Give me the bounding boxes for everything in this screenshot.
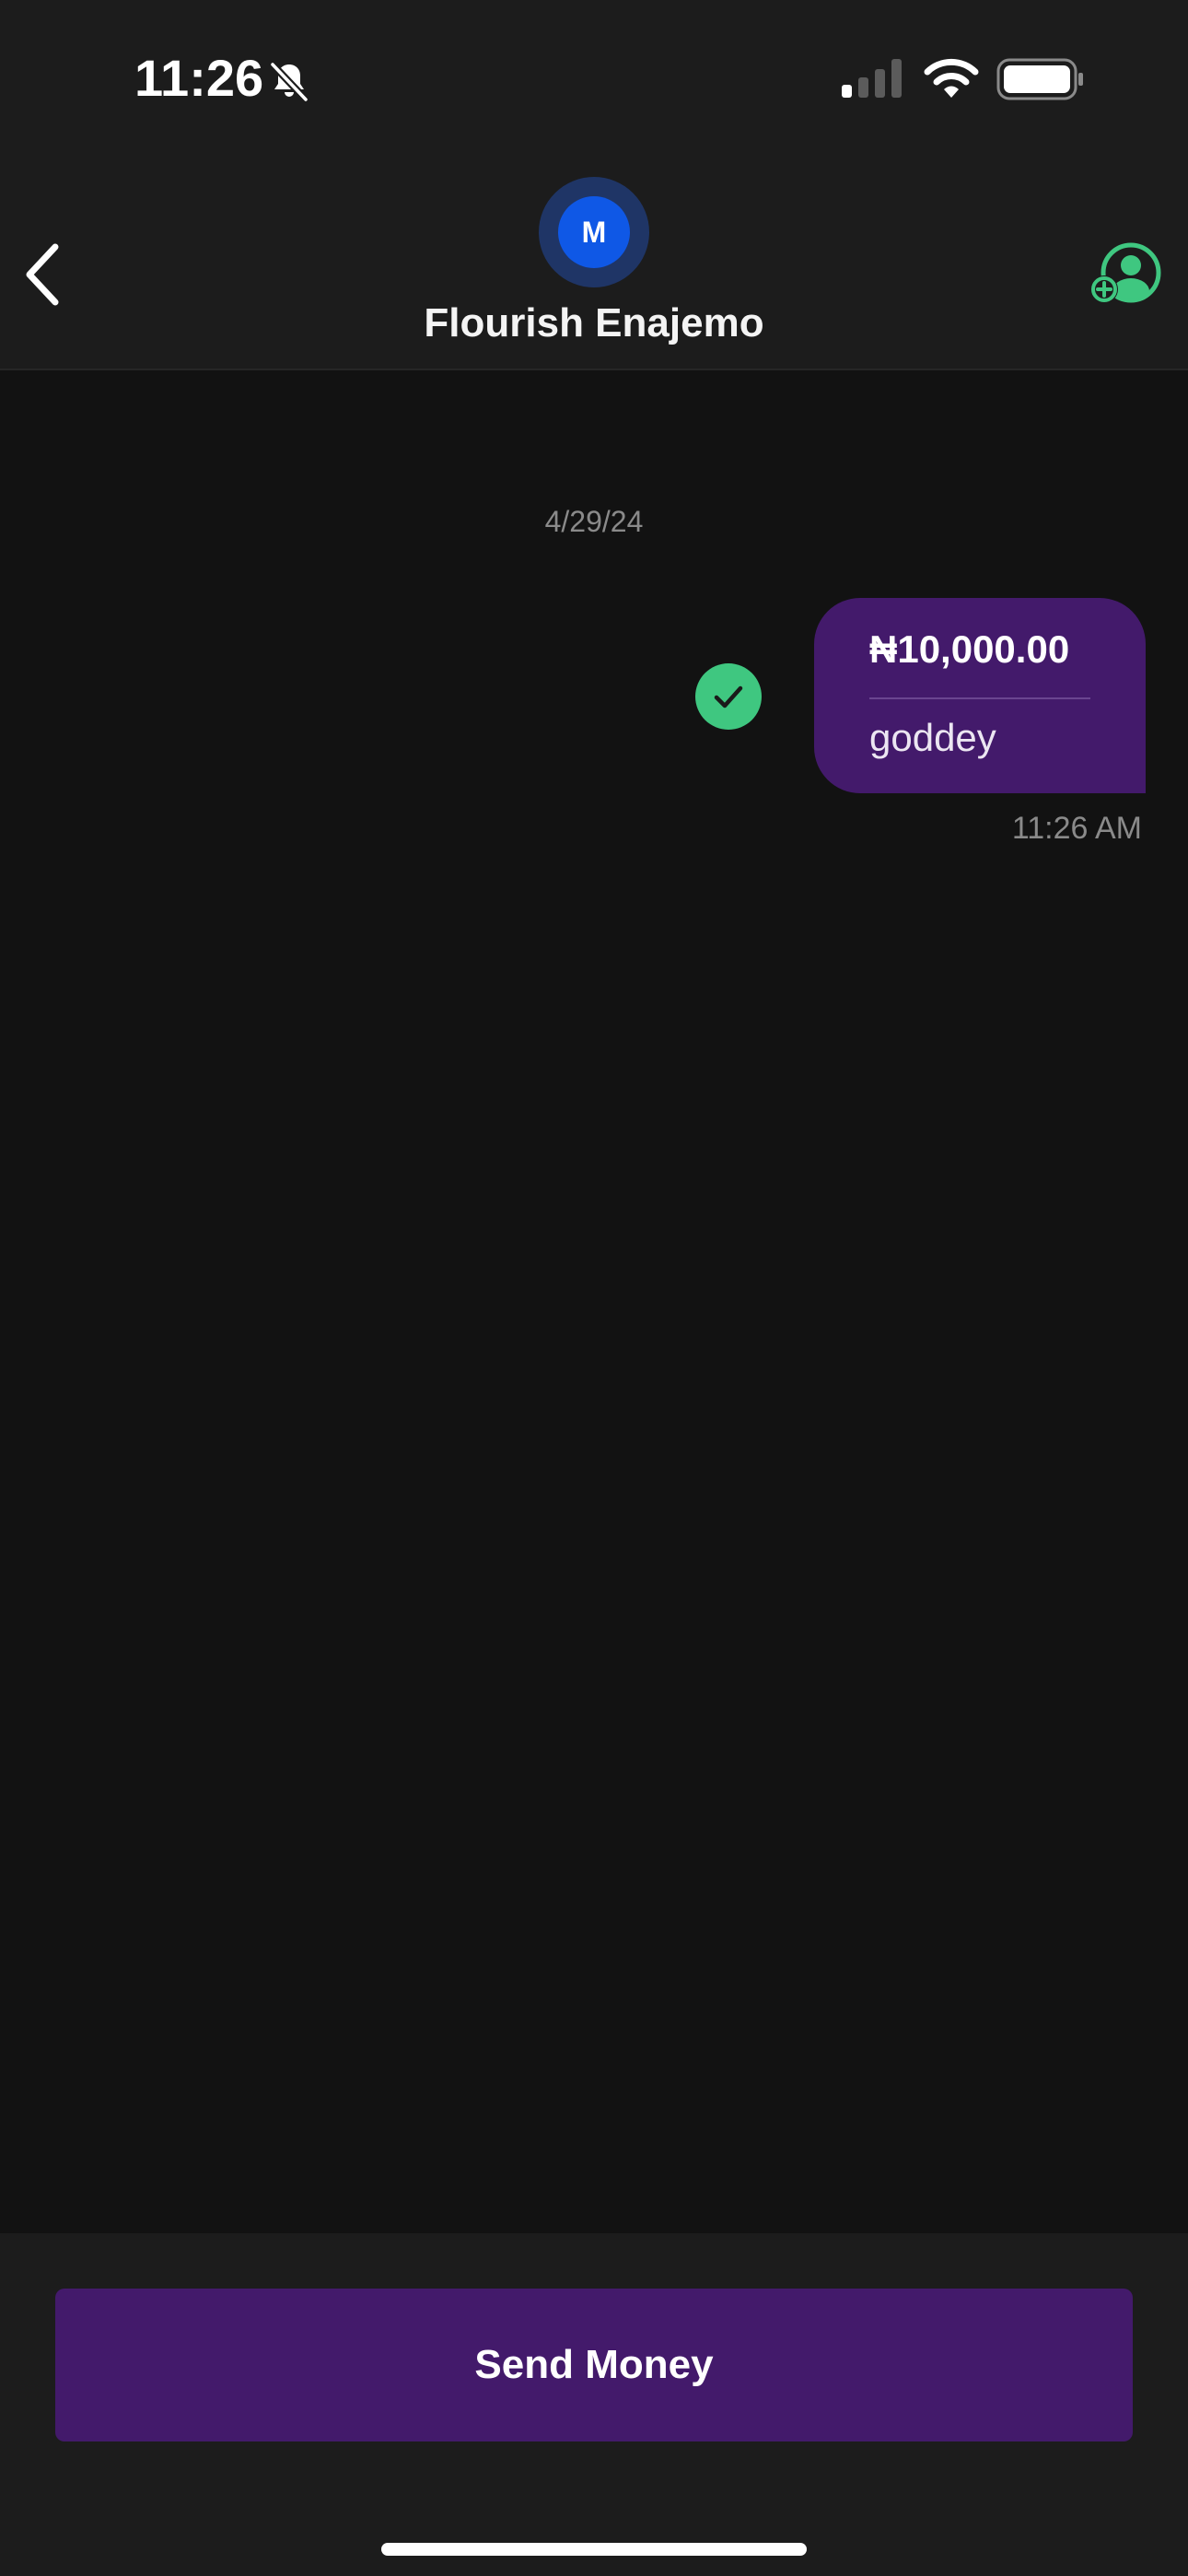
back-button[interactable] (18, 240, 70, 310)
add-contact-icon[interactable] (1089, 241, 1164, 308)
header-bar: 11:26 M Flourish Enajemo (0, 0, 1188, 370)
avatar-initial: M (558, 196, 630, 268)
date-separator: 4/29/24 (544, 505, 644, 538)
send-money-button[interactable]: Send Money (55, 2289, 1133, 2441)
message-timestamp: 11:26 AM (1011, 811, 1142, 846)
bell-off-icon (270, 62, 309, 102)
home-indicator (381, 2543, 807, 2556)
chat-screen: 11:26 M Flourish Enajemo 4/29/24 ₦10,000… (0, 0, 1188, 2576)
message-amount: ₦10,000.00 (869, 627, 1070, 671)
contact-name: Flourish Enajemo (424, 300, 764, 345)
message-divider (869, 697, 1090, 699)
bottom-bar: Send Money (0, 2233, 1188, 2576)
check-icon (695, 663, 762, 730)
message-bubble[interactable]: ₦10,000.00 goddey (814, 598, 1146, 793)
status-time: 11:26 (134, 49, 264, 107)
battery-icon (996, 58, 1083, 100)
wifi-icon (924, 58, 979, 98)
avatar[interactable]: M (539, 177, 649, 287)
cellular-signal-icon (842, 59, 902, 98)
message-note: goddey (869, 716, 996, 759)
